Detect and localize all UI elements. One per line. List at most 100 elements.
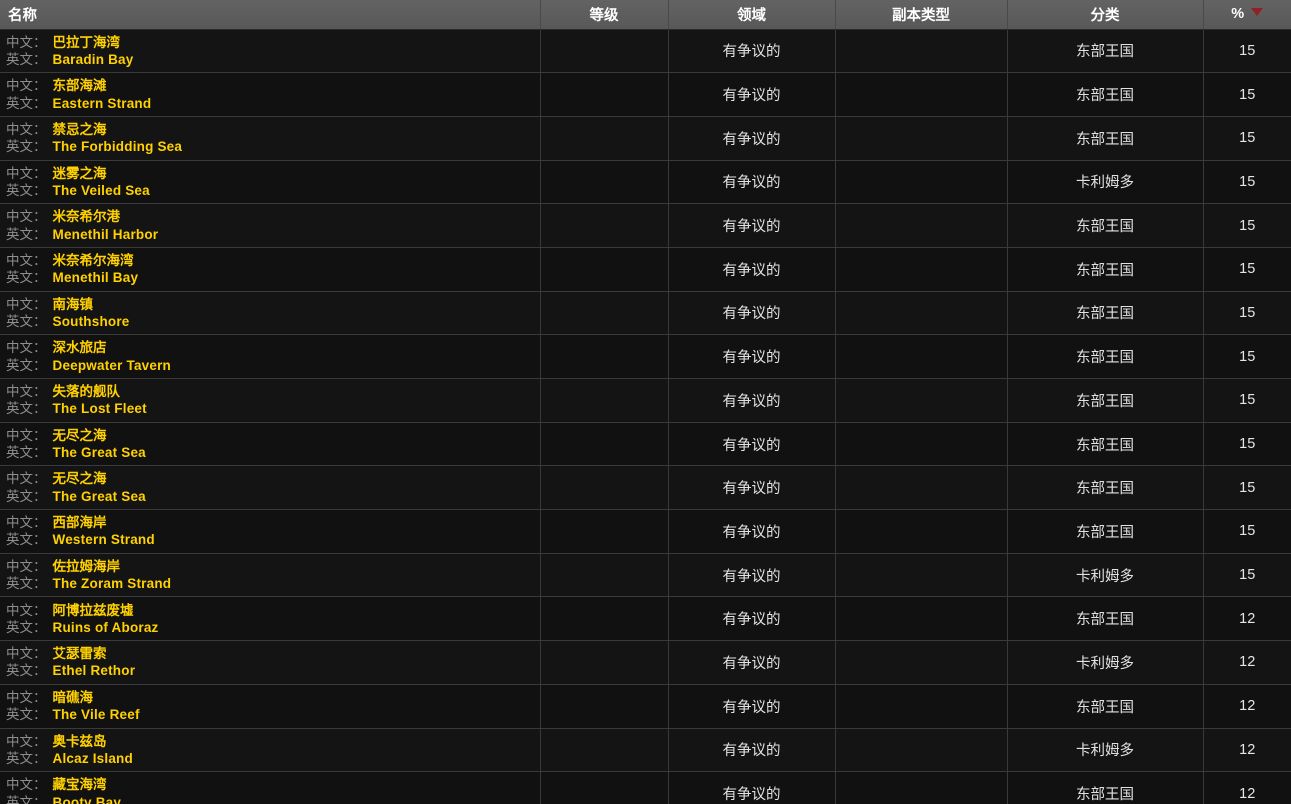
column-header-instance-type[interactable]: 副本类型: [835, 0, 1008, 30]
table-row[interactable]: 中文： 阿博拉兹废墟 英文： Ruins of Aboraz 有争议的 东部王国 12: [0, 596, 1291, 642]
name-value-english[interactable]: Alcaz Island: [53, 751, 133, 766]
cell-realm: 有争议的: [668, 553, 836, 598]
name-label-chinese: 中文：: [6, 558, 47, 574]
cell-category: 东部王国: [1007, 509, 1204, 554]
cell-level: [540, 29, 669, 74]
name-value-chinese[interactable]: 无尽之海: [53, 471, 107, 486]
name-value-chinese[interactable]: 米奈希尔港: [53, 209, 121, 224]
name-value-english[interactable]: The Great Sea: [53, 445, 146, 460]
cell-pct: 15: [1203, 116, 1291, 161]
name-value-chinese[interactable]: 阿博拉兹废墟: [53, 603, 134, 618]
table-row[interactable]: 中文： 暗礁海 英文： The Vile Reef 有争议的 东部王国 12: [0, 684, 1291, 729]
name-label-chinese: 中文：: [6, 384, 47, 400]
table-row[interactable]: 中文： 深水旅店 英文： Deepwater Tavern 有争议的 东部王国 15: [0, 334, 1291, 379]
name-value-english[interactable]: Menethil Harbor: [53, 227, 159, 242]
table-row[interactable]: 中文： 无尽之海 英文： The Great Sea 有争议的 东部王国 15: [0, 422, 1291, 467]
cell-category: 东部王国: [1007, 29, 1204, 74]
cell-instance: [835, 596, 1008, 642]
name-value-chinese[interactable]: 深水旅店: [53, 340, 107, 355]
name-value-english[interactable]: The Great Sea: [53, 489, 146, 504]
table-row[interactable]: 中文： 无尽之海 英文： The Great Sea 有争议的 东部王国 15: [0, 465, 1291, 511]
name-line-english: 英文： The Great Sea: [6, 444, 532, 461]
table-row[interactable]: 中文： 奥卡兹岛 英文： Alcaz Island 有争议的 卡利姆多 12: [0, 728, 1291, 773]
cell-instance: [835, 771, 1008, 804]
cell-category: 东部王国: [1007, 203, 1204, 248]
table-row[interactable]: 中文： 艾瑟雷索 英文： Ethel Rethor 有争议的 卡利姆多 12: [0, 640, 1291, 685]
name-value-english[interactable]: The Zoram Strand: [53, 576, 172, 591]
table-row[interactable]: 中文： 佐拉姆海岸 英文： The Zoram Strand 有争议的 卡利姆多 15: [0, 553, 1291, 598]
cell-category: 东部王国: [1007, 334, 1204, 379]
name-value-chinese[interactable]: 藏宝海湾: [53, 777, 107, 792]
cell-pct: 12: [1203, 684, 1291, 729]
name-value-chinese[interactable]: 南海镇: [53, 297, 94, 312]
name-value-chinese[interactable]: 暗礁海: [53, 690, 94, 705]
name-value-english[interactable]: Western Strand: [53, 532, 155, 547]
name-label-english: 英文：: [6, 576, 47, 592]
cell-name: 中文： 佐拉姆海岸 英文： The Zoram Strand: [0, 553, 541, 598]
cell-realm: 有争议的: [668, 728, 836, 773]
table-row[interactable]: 中文： 西部海岸 英文： Western Strand 有争议的 东部王国 15: [0, 509, 1291, 554]
name-value-chinese[interactable]: 佐拉姆海岸: [53, 559, 121, 574]
name-label-english: 英文：: [6, 95, 47, 111]
table-row[interactable]: 中文： 藏宝海湾 英文： Booty Bay 有争议的 东部王国 12: [0, 771, 1291, 804]
table-row[interactable]: 中文： 米奈希尔海湾 英文： Menethil Bay 有争议的 东部王国 15: [0, 247, 1291, 292]
cell-pct: 15: [1203, 378, 1291, 423]
cell-name: 中文： 无尽之海 英文： The Great Sea: [0, 422, 541, 467]
column-header-category[interactable]: 分类: [1007, 0, 1204, 30]
name-value-chinese[interactable]: 巴拉丁海湾: [53, 35, 121, 50]
name-value-chinese[interactable]: 迷雾之海: [53, 166, 107, 181]
name-value-english[interactable]: Eastern Strand: [53, 96, 152, 111]
name-value-english[interactable]: Baradin Bay: [53, 52, 134, 67]
table-row[interactable]: 中文： 禁忌之海 英文： The Forbidding Sea 有争议的 东部王国 15: [0, 116, 1291, 161]
name-label-chinese: 中文：: [6, 340, 47, 356]
name-line-chinese: 中文： 东部海滩: [6, 77, 532, 94]
table-row[interactable]: 中文： 失落的舰队 英文： The Lost Fleet 有争议的 东部王国 15: [0, 378, 1291, 423]
cell-instance: [835, 116, 1008, 161]
name-value-chinese[interactable]: 艾瑟雷索: [53, 646, 107, 661]
name-line-chinese: 中文： 迷雾之海: [6, 165, 532, 182]
cell-level: [540, 509, 669, 554]
cell-category: 东部王国: [1007, 684, 1204, 729]
table-row[interactable]: 中文： 东部海滩 英文： Eastern Strand 有争议的 东部王国 15: [0, 72, 1291, 117]
name-value-english[interactable]: Deepwater Tavern: [53, 358, 172, 373]
name-value-chinese[interactable]: 东部海滩: [53, 78, 107, 93]
cell-realm: 有争议的: [668, 160, 836, 205]
name-value-english[interactable]: Menethil Bay: [53, 270, 139, 285]
cell-level: [540, 422, 669, 467]
name-value-english[interactable]: The Vile Reef: [53, 707, 140, 722]
name-value-english[interactable]: The Lost Fleet: [53, 401, 147, 416]
column-header-realm[interactable]: 领域: [668, 0, 836, 30]
column-header-level[interactable]: 等级: [540, 0, 669, 30]
name-value-chinese[interactable]: 奥卡兹岛: [53, 734, 107, 749]
cell-level: [540, 553, 669, 598]
name-label-english: 英文：: [6, 794, 47, 804]
name-value-english[interactable]: Booty Bay: [53, 795, 122, 804]
name-label-english: 英文：: [6, 707, 47, 723]
name-value-chinese[interactable]: 西部海岸: [53, 515, 107, 530]
cell-instance: [835, 29, 1008, 74]
name-value-chinese[interactable]: 无尽之海: [53, 428, 107, 443]
table-row[interactable]: 中文： 米奈希尔港 英文： Menethil Harbor 有争议的 东部王国 15: [0, 203, 1291, 248]
cell-level: [540, 291, 669, 336]
name-value-english[interactable]: Ruins of Aboraz: [53, 620, 159, 635]
name-value-chinese[interactable]: 米奈希尔海湾: [53, 253, 134, 268]
name-line-english: 英文： Deepwater Tavern: [6, 357, 532, 374]
name-value-english[interactable]: The Forbidding Sea: [53, 139, 183, 154]
name-value-chinese[interactable]: 禁忌之海: [53, 122, 107, 137]
name-value-chinese[interactable]: 失落的舰队: [53, 384, 121, 399]
name-value-english[interactable]: Southshore: [53, 314, 130, 329]
name-value-english[interactable]: Ethel Rethor: [53, 663, 136, 678]
name-line-chinese: 中文： 米奈希尔港: [6, 208, 532, 225]
name-value-english[interactable]: The Veiled Sea: [53, 183, 150, 198]
table-row[interactable]: 中文： 巴拉丁海湾 英文： Baradin Bay 有争议的 东部王国 15: [0, 29, 1291, 74]
cell-instance: [835, 684, 1008, 729]
cell-category: 东部王国: [1007, 116, 1204, 161]
cell-pct: 15: [1203, 509, 1291, 554]
column-header-name[interactable]: 名称: [0, 0, 541, 30]
column-header-percent[interactable]: %: [1203, 0, 1291, 30]
cell-level: [540, 203, 669, 248]
table-row[interactable]: 中文： 迷雾之海 英文： The Veiled Sea 有争议的 卡利姆多 15: [0, 160, 1291, 205]
cell-realm: 有争议的: [668, 509, 836, 554]
table-row[interactable]: 中文： 南海镇 英文： Southshore 有争议的 东部王国 15: [0, 291, 1291, 336]
name-label-chinese: 中文：: [6, 689, 47, 705]
